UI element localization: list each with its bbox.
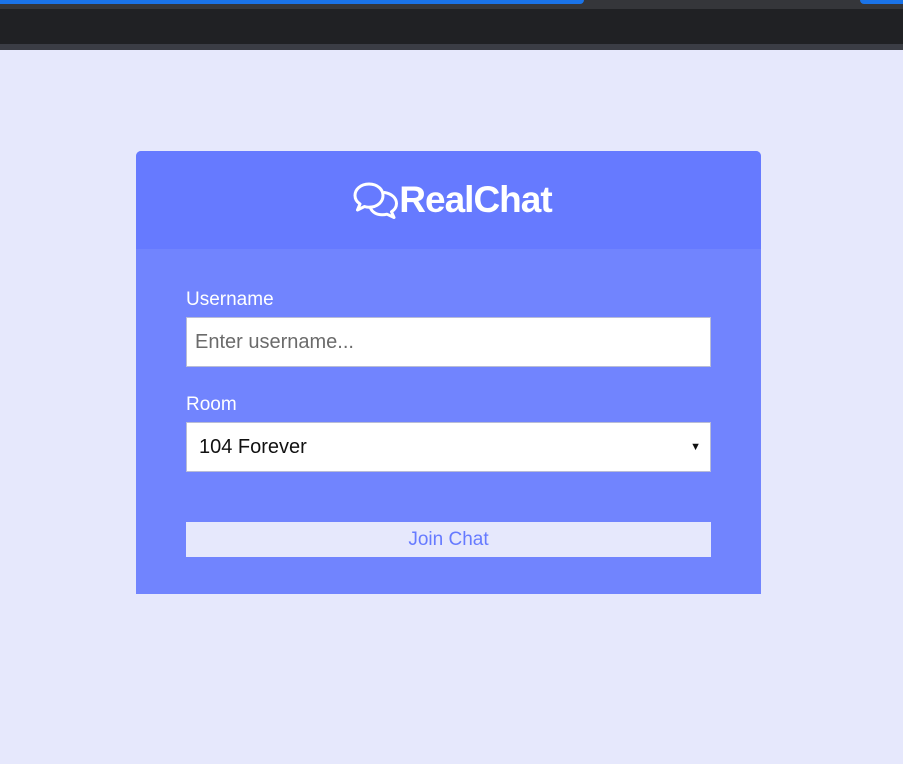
dropdown-arrow-icon: ▼ <box>690 441 701 453</box>
active-tab-indicator[interactable] <box>0 0 584 4</box>
join-chat-button[interactable]: Join Chat <box>186 522 711 557</box>
card-header: RealChat <box>136 151 761 249</box>
tab-indicator-right[interactable] <box>860 0 903 4</box>
username-input[interactable] <box>186 317 711 367</box>
room-selected-value: 104 Forever <box>199 435 307 458</box>
brand-name: RealChat <box>399 179 552 220</box>
room-label: Room <box>186 394 237 415</box>
username-label: Username <box>186 289 274 310</box>
page-background: RealChat Username Room 104 Forever ▼ Joi… <box>0 50 903 764</box>
comments-icon <box>353 182 399 219</box>
browser-chrome <box>0 0 903 50</box>
join-card: RealChat Username Room 104 Forever ▼ Joi… <box>136 151 761 594</box>
room-select[interactable]: 104 Forever ▼ <box>186 422 711 472</box>
brand-logo: RealChat <box>353 179 553 221</box>
